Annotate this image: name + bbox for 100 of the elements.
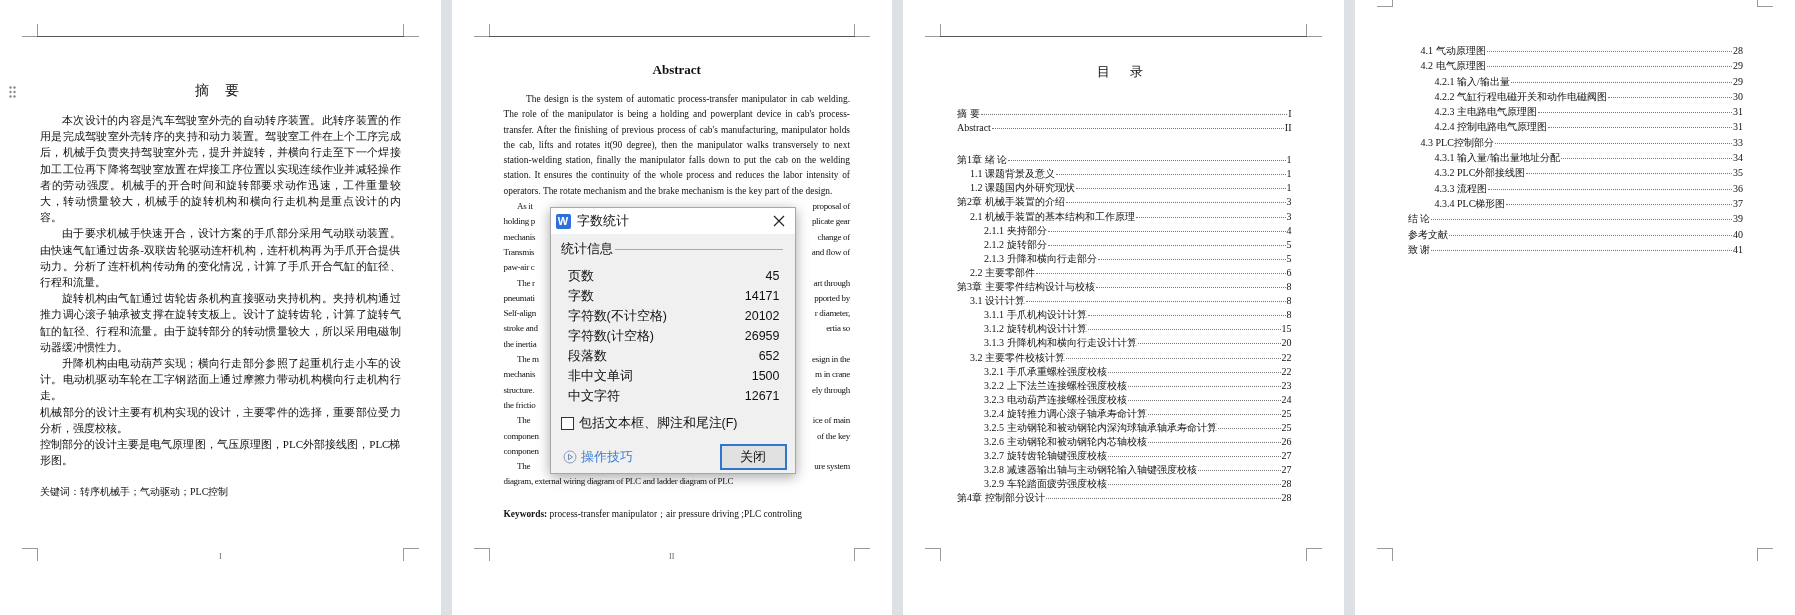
toc-page-number: 24 <box>1281 392 1292 407</box>
toc-entry-title[interactable]: 3.2.3 电动葫芦连接螺栓强度校核 <box>984 392 1127 407</box>
toc-entry-title[interactable]: 4.2.3 主电路电气原理图 <box>1434 104 1537 120</box>
stat-label: 字符数(计空格) <box>567 328 654 345</box>
toc-entry-title[interactable]: 3.2.5 主动钢轮和被动钢轮内深沟球轴承轴承寿命计算 <box>984 420 1217 436</box>
toc-page-number: 33 <box>1733 135 1743 150</box>
contents-heading: 目 录 <box>1096 63 1153 81</box>
page-number: I <box>218 552 222 561</box>
toc-entry-title[interactable]: 致 谢 <box>1407 241 1430 258</box>
toc-entry-title[interactable]: 3.2.2 上下法兰连接螺栓强度校核 <box>984 378 1127 393</box>
toc-entry-title[interactable]: 1.1 课题背景及意义 <box>970 167 1055 182</box>
toc-entry-title[interactable]: 3.2.4 旋转推力调心滚子轴承寿命计算 <box>984 406 1147 421</box>
drag-handle-icon[interactable] <box>9 86 16 98</box>
abstract-heading: 摘 要 <box>194 82 247 100</box>
toc-page-number: 3 <box>1286 195 1292 210</box>
toc-page-number: 29 <box>1733 59 1743 74</box>
toc-entry-title[interactable]: 3.2.6 主动钢轮和被动钢轮内芯轴校核 <box>984 435 1147 450</box>
toc-entry-title[interactable]: 第3章 主要零件结构设计与校核 <box>957 280 1095 295</box>
toc-page-number: 30 <box>1733 89 1743 104</box>
toc-page-number: 28 <box>1733 44 1743 58</box>
toc-page-number: 1 <box>1286 153 1292 168</box>
toc-entry-title[interactable]: 第4章 控制部分设计 <box>957 491 1045 506</box>
toc-entry-title[interactable]: 第2章 机械手装置的介绍 <box>957 195 1065 210</box>
toc-entry-title[interactable]: 1.2 课题国内外研究现状 <box>970 181 1075 196</box>
text-fragment: The m <box>517 353 539 367</box>
toc-entry-title[interactable]: 3.1.1 手爪机构设计计算 <box>984 308 1087 323</box>
toc-page-number: 4 <box>1286 223 1292 238</box>
stat-label: 非中文单词 <box>567 368 633 385</box>
abstract-heading: Abstract <box>651 62 702 78</box>
toc-entry-title[interactable]: 参考文献 <box>1407 226 1448 242</box>
stat-value: 12671 <box>744 388 780 405</box>
toc-entry-title[interactable]: 4.2.2 气缸行程电磁开关和动作电磁阀图 <box>1434 88 1607 105</box>
toc-page-number: 27 <box>1281 449 1292 464</box>
toc-page-number: 22 <box>1281 364 1292 379</box>
text-fragment: The r <box>517 276 535 290</box>
text-fragment: The <box>517 414 531 428</box>
toc-entry-title[interactable]: 2.2 主要零部件 <box>970 265 1035 281</box>
app-logo: W <box>555 213 571 229</box>
stat-label: 字符数(不计空格) <box>567 308 667 325</box>
text-fragment: pported by <box>814 291 850 305</box>
toc-entry-title[interactable]: 2.1.2 旋转部分 <box>984 237 1047 252</box>
text-fragment: the inertia <box>503 337 537 351</box>
toc-page-number: 1 <box>1286 181 1292 196</box>
toc-page-number: 5 <box>1286 251 1292 266</box>
checkbox[interactable] <box>560 417 574 430</box>
stat-value: 45 <box>765 268 780 285</box>
toc-entry-title[interactable]: 3.2.8 减速器输出轴与主动钢轮输入轴键强度校核 <box>984 463 1197 478</box>
stat-value: 652 <box>758 348 780 365</box>
text-fragment: structure. <box>503 383 535 397</box>
toc-entry-title[interactable]: 结 论 <box>1407 211 1430 227</box>
text-fragment: componen <box>503 429 539 443</box>
abstract-paragraph: 升降机构由电动葫芦实现；横向行走部分参照了起重机行走小车的设计。电动机驱动车轮在工字钢踏面上通过摩擦力带动机构横向行走机构行走。 <box>40 356 401 404</box>
stat-label: 中文字符 <box>567 388 620 405</box>
toc-page-number: 28 <box>1281 491 1292 506</box>
toc-entry-title[interactable]: 4.3.1 输入量/输出量地址分配 <box>1434 150 1560 166</box>
toc-entry-title[interactable]: 3.2.1 手爪承重螺栓强度校核 <box>984 364 1107 379</box>
tips-link[interactable]: 操作技巧 <box>580 448 633 466</box>
toc-entry-title[interactable]: 3.1.3 升降机构和横向行走设计计算 <box>984 336 1137 351</box>
toc-entry-title[interactable]: 4.3.2 PLC外部接线图 <box>1434 165 1526 181</box>
text-fragment: Transmis <box>503 245 535 259</box>
close-dialog-button[interactable]: 关闭 <box>719 444 787 470</box>
text-fragment: m in crane <box>815 368 850 382</box>
text-fragment: ely through <box>812 383 850 397</box>
text-fragment: pneumati <box>503 291 535 305</box>
toc-page-number: 40 <box>1733 227 1743 242</box>
text-fragment: holding p <box>503 215 536 229</box>
toc-entry-title[interactable]: 4.3.3 流程图 <box>1434 180 1487 196</box>
toc-entry-title[interactable]: 2.1 机械手装置的基本结构和工作原理 <box>970 209 1135 224</box>
abstract-paragraph: 旋转机构由气缸通过齿轮齿条机构直接驱动夹持机构。夹持机构通过推力调心滚子轴承被支撑在旋转支板上。设计了旋转齿轮，计算了旋转气缸的缸径、行程和流量。由于旋转部分的转动惯量较大，所以采用电磁制动器缓冲惯性力。 <box>40 291 401 355</box>
toc-page-number: 37 <box>1733 196 1743 211</box>
toc-page-number: 26 <box>1281 435 1292 450</box>
toc-entry-title[interactable]: 3.1 设计计算 <box>970 294 1025 309</box>
toc-entry-title[interactable]: 3.2 主要零件校核计算 <box>970 350 1065 365</box>
keywords: 关键词：转序机械手；气动驱动；PLC控制 <box>40 485 230 500</box>
text-fragment: paw-air c <box>503 261 535 275</box>
toc-entry-title[interactable]: 4.1 气动原理图 <box>1420 43 1486 59</box>
toc-page-number: 1 <box>1286 167 1292 182</box>
toc-page-number: 31 <box>1733 105 1743 120</box>
toc-entry-title[interactable]: 3.2.7 旋转齿轮轴键强度校核 <box>984 449 1107 464</box>
toc-entry-title[interactable]: 3.2.9 车轮踏面疲劳强度校核 <box>984 477 1107 492</box>
checkbox-label[interactable]: 包括文本框、脚注和尾注(F) <box>578 415 738 432</box>
toc-entry-title[interactable]: 第1章 绪 论 <box>957 153 1007 168</box>
toc-entry-title[interactable]: Abstract <box>957 121 991 136</box>
toc-page-number: 8 <box>1286 294 1292 309</box>
toc-entry-title[interactable]: 2.1.1 夹持部分 <box>984 223 1047 238</box>
toc-entry-title[interactable]: 摘 要 <box>957 107 980 122</box>
toc-page-number: 36 <box>1733 181 1743 196</box>
toc-page-number: 6 <box>1286 265 1292 280</box>
toc-entry-title[interactable]: 4.3 PLC控制部分 <box>1420 134 1494 151</box>
toc-entry-title[interactable]: 2.1.3 升降和横向行走部分 <box>984 251 1097 266</box>
toc-entry-title[interactable]: 4.2.4 控制电路电气原理图 <box>1434 119 1547 135</box>
toc-entry-title[interactable]: 4.2 电气原理图 <box>1420 58 1486 74</box>
text-fragment: esign in the <box>812 353 850 367</box>
toc-entry-title[interactable]: 4.3.4 PLC梯形图 <box>1434 195 1506 212</box>
text-fragment: mechanis <box>503 230 536 244</box>
text-fragment: plicate gear <box>811 215 850 229</box>
text-fragment: stroke and <box>503 322 538 336</box>
toc-page-number: 8 <box>1286 280 1292 295</box>
toc-entry-title[interactable]: 3.1.2 旋转机构设计计算 <box>984 322 1087 337</box>
toc-entry-title[interactable]: 4.2.1 输入/输出量 <box>1434 73 1510 89</box>
